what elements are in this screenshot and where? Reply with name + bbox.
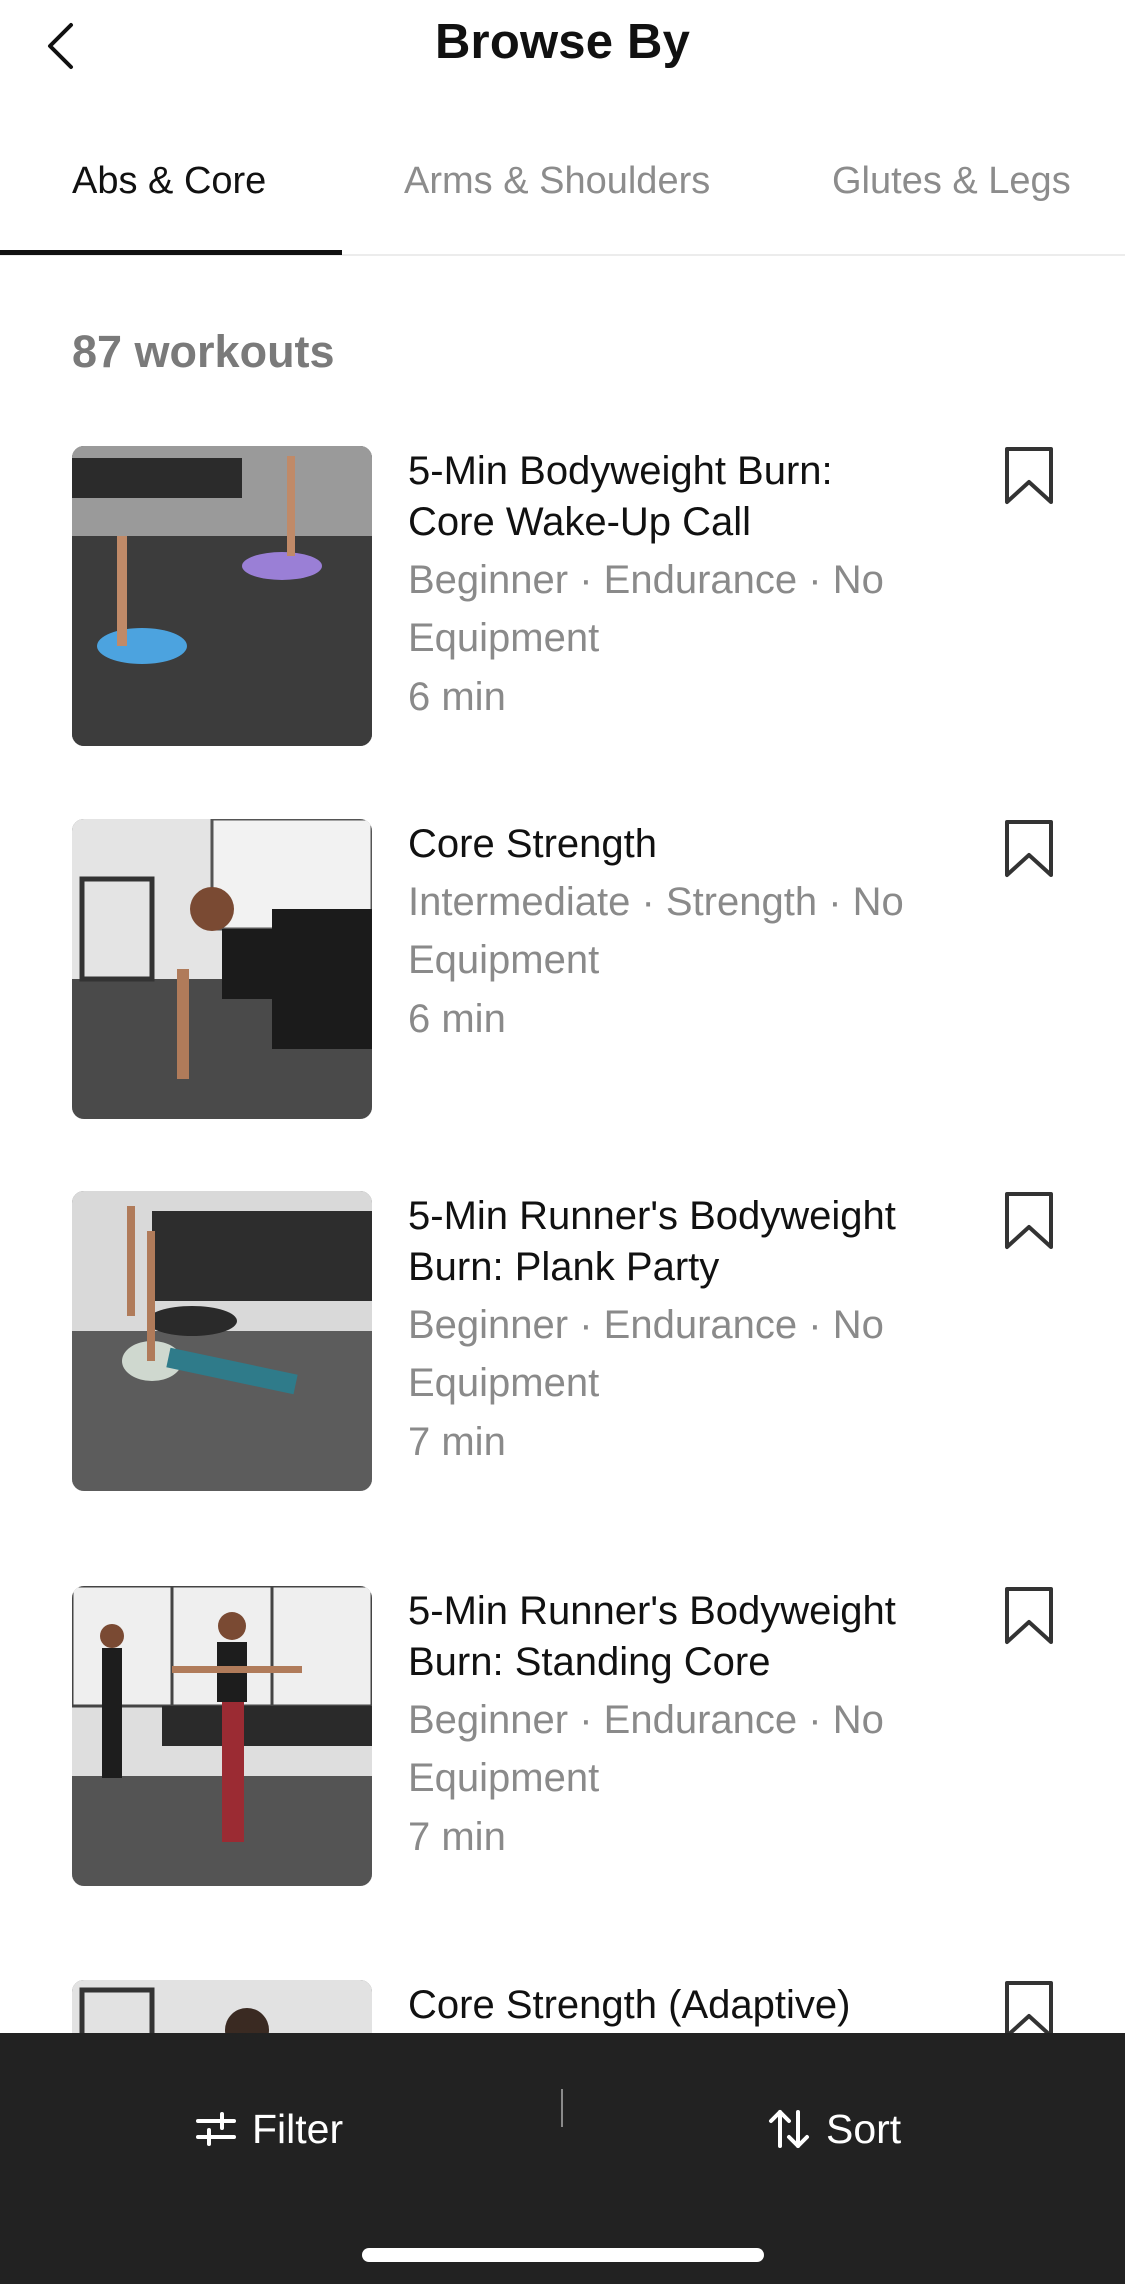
workout-duration: 7 min <box>408 1815 506 1859</box>
bookmark-icon[interactable] <box>1003 819 1055 879</box>
page-title: Browse By <box>434 15 691 69</box>
filter-label: Filter <box>252 2105 344 2152</box>
workout-meta: Beginner · Endurance · No Equipment <box>408 1303 884 1405</box>
header: Browse By <box>0 0 1125 92</box>
tab-glutes-legs[interactable]: Glutes & Legs <box>832 160 1071 203</box>
workout-meta: Beginner · Endurance · No Equipment <box>408 558 884 660</box>
tab-bar: Abs & Core Arms & Shoulders Glutes & Leg… <box>0 130 1125 256</box>
workout-thumbnail[interactable] <box>72 446 372 746</box>
workout-duration: 7 min <box>408 1420 506 1464</box>
tab-abs-core[interactable]: Abs & Core <box>72 160 266 203</box>
workout-info: 5-Min Runner's Bodyweight Burn: Standing… <box>408 1586 928 1867</box>
bookmark-icon[interactable] <box>1003 1586 1055 1646</box>
workout-title: 5-Min Bodyweight Burn: Core Wake-Up Call <box>408 449 833 544</box>
workout-title: Core Strength <box>408 822 658 866</box>
workout-meta: Beginner · Endurance · No Equipment <box>408 1698 884 1800</box>
workout-thumbnail[interactable] <box>72 819 372 1119</box>
workout-title: 5-Min Runner's Bodyweight Burn: Standing… <box>408 1589 896 1684</box>
workout-duration: 6 min <box>408 675 506 719</box>
workout-thumbnail[interactable] <box>72 1980 372 2033</box>
bookmark-icon[interactable] <box>1003 1191 1055 1251</box>
workout-count: 87 workouts <box>72 326 335 377</box>
workout-info: 5-Min Runner's Bodyweight Burn: Plank Pa… <box>408 1191 928 1472</box>
bookmark-icon[interactable] <box>1003 446 1055 506</box>
bar-divider <box>561 2089 563 2127</box>
workout-info: Core Strength (Adaptive) <box>408 1980 928 2031</box>
sort-label: Sort <box>826 2105 902 2152</box>
workout-list: 5-Min Bodyweight Burn: Core Wake-Up Call… <box>0 446 1125 2033</box>
filter-button[interactable]: Filter <box>196 2089 343 2169</box>
workout-duration: 6 min <box>408 997 506 1041</box>
sliders-icon <box>196 2112 236 2146</box>
workout-title: 5-Min Runner's Bodyweight Burn: Plank Pa… <box>408 1194 896 1289</box>
workout-thumbnail[interactable] <box>72 1191 372 1491</box>
active-tab-indicator <box>0 250 342 255</box>
bookmark-icon[interactable] <box>1003 1980 1055 2033</box>
workout-info: 5-Min Bodyweight Burn: Core Wake-Up Call… <box>408 446 928 727</box>
workout-info: Core Strength Intermediate · Strength · … <box>408 819 928 1049</box>
sort-button[interactable]: Sort <box>768 2089 901 2169</box>
workout-thumbnail[interactable] <box>72 1586 372 1886</box>
home-indicator[interactable] <box>362 2248 764 2262</box>
workout-title: Core Strength (Adaptive) <box>408 1983 851 2027</box>
sort-arrows-icon <box>769 2110 809 2148</box>
workout-meta: Intermediate · Strength · No Equipment <box>408 880 904 982</box>
tab-arms-shoulders[interactable]: Arms & Shoulders <box>404 160 710 203</box>
bottom-action-bar: Filter Sort <box>0 2033 1125 2284</box>
